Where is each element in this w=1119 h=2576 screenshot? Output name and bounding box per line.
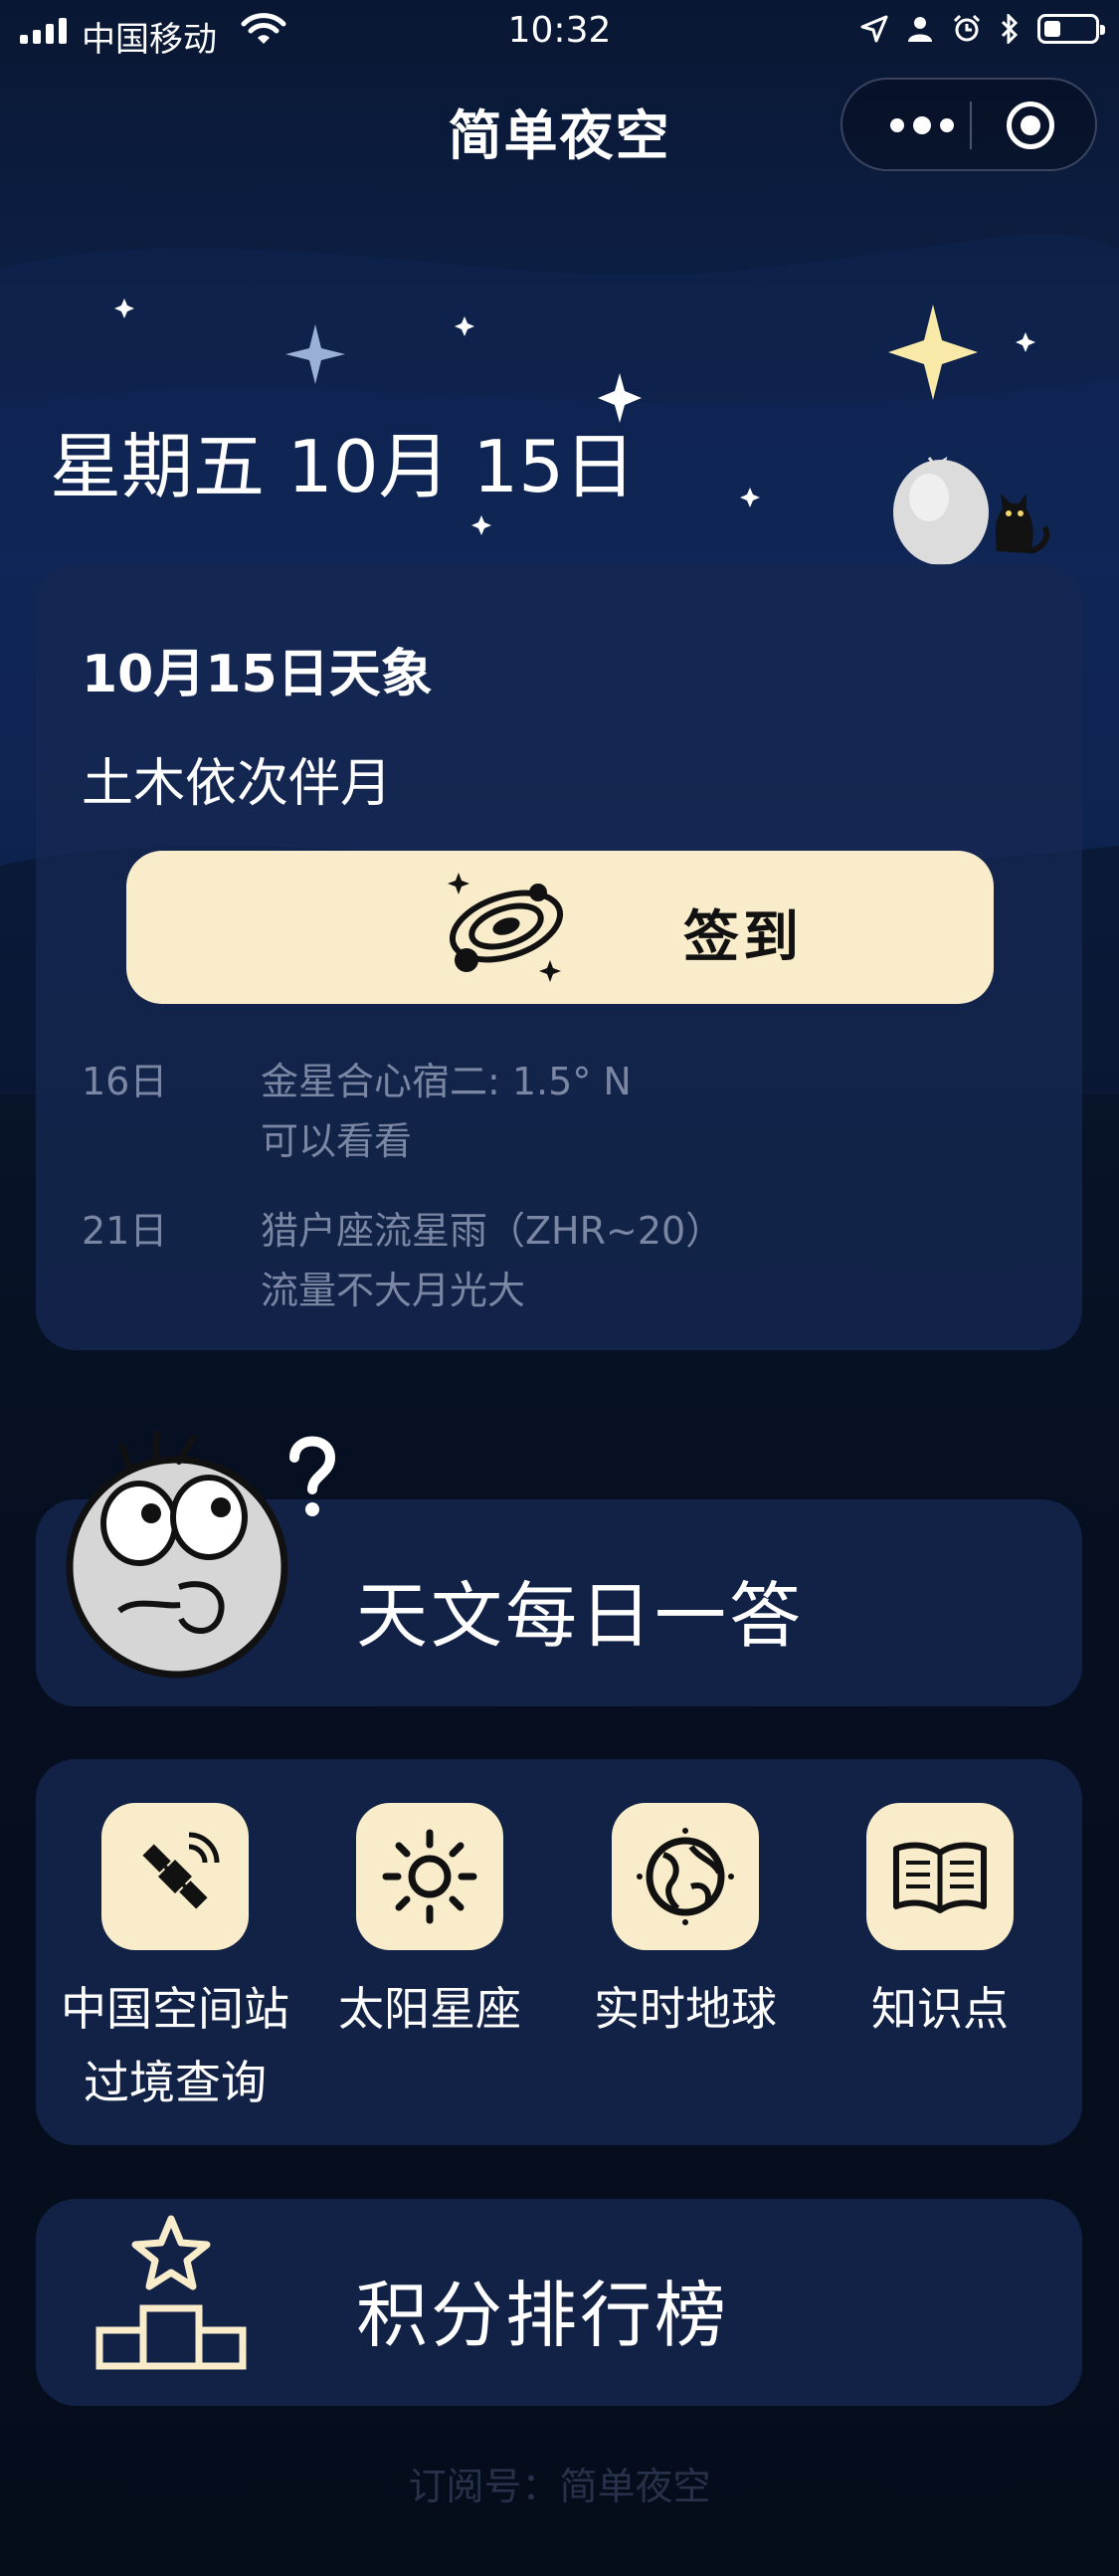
checkin-label: 签到	[683, 905, 803, 970]
person-icon	[908, 17, 932, 42]
tool-label: 中国空间站 过境查询	[61, 1982, 289, 2109]
today-astronomy-card: 10月15日天象 土木依次伴月 签到 16日 金星合心宿二: 1.5° N 可以…	[36, 564, 1082, 1350]
more-dots-icon[interactable]	[882, 107, 962, 143]
status-bar: 中国移动 10:32	[0, 0, 1119, 64]
location-arrow-icon	[860, 15, 888, 43]
subscription-footer: 订阅号：简单夜空	[408, 2465, 711, 2508]
tool-knowledge[interactable]: 知识点	[817, 1803, 1055, 2131]
daily-qa-label: 天文每日一答	[356, 1574, 805, 1658]
checkin-button[interactable]: 签到	[126, 851, 994, 1004]
tool-live-earth[interactable]: 实时地球	[562, 1803, 801, 2131]
alarm-icon	[953, 14, 981, 42]
mini-program-capsule	[840, 78, 1097, 171]
bluetooth-icon	[1001, 14, 1019, 44]
tool-space-station[interactable]: 中国空间站 过境查询	[52, 1803, 290, 2131]
earth-icon	[637, 1828, 734, 1925]
today-summary: 土木依次伴月	[82, 754, 393, 814]
sun-icon	[382, 1829, 477, 1924]
open-book-icon	[893, 1842, 987, 1913]
egg-mascot-icon	[893, 456, 1050, 565]
date-heading: 星期五 10月 15日	[50, 425, 637, 508]
battery-icon	[1037, 14, 1105, 44]
tool-sun-sign[interactable]: 太阳星座	[306, 1803, 545, 2131]
today-heading: 10月15日天象	[82, 645, 433, 704]
tool-label: 知识点	[871, 1982, 1009, 2036]
tools-card: 中国空间站 过境查询 太阳星座 实时地球 知识点	[36, 1759, 1082, 2145]
ranking-button[interactable]: 积分排行榜	[36, 2199, 1082, 2406]
galaxy-icon	[448, 873, 564, 982]
satellite-icon	[142, 1832, 220, 1909]
ranking-label: 积分排行榜	[356, 2274, 730, 2357]
tool-label: 实时地球	[594, 1982, 777, 2036]
thinking-mascot-icon	[66, 1431, 336, 1679]
podium-star-icon	[95, 2215, 247, 2370]
target-circle-icon[interactable]	[1007, 101, 1054, 149]
tool-label: 太阳星座	[338, 1982, 521, 2036]
